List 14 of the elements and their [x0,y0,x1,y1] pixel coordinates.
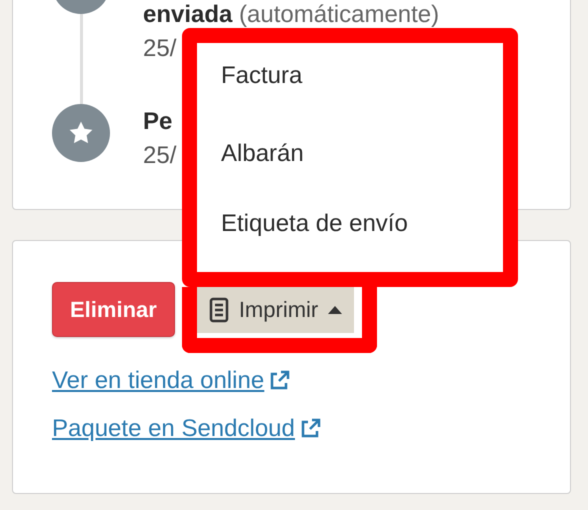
event-date: 25/ [143,34,178,64]
external-link[interactable]: Ver en tienda online [52,364,290,398]
menu-item[interactable]: Factura [197,59,503,93]
menu-item[interactable]: Albarán [197,137,503,171]
event-title: Pe [143,107,174,137]
external-link-icon [268,370,290,392]
menu-item[interactable]: Etiqueta de envío [197,207,503,241]
print-button[interactable]: Imprimir [196,286,354,332]
document-icon [208,296,229,322]
event-title: enviada (automáticamente) [143,0,440,30]
external-link[interactable]: Paquete en Sendcloud [52,412,321,446]
caret-icon [328,306,342,314]
event-date: 25/ [143,141,176,171]
delete-button[interactable]: Eliminar [52,282,175,337]
